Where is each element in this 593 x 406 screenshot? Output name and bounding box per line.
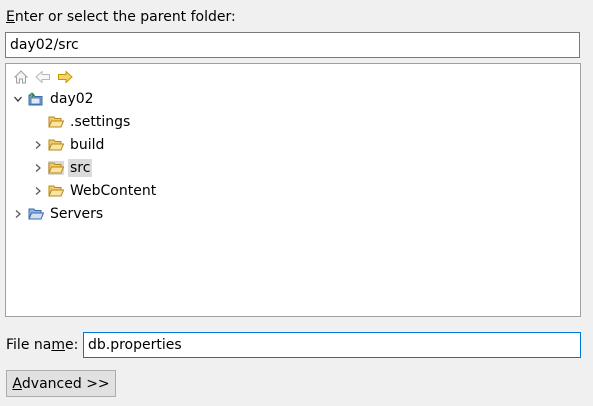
file-name-label-post: e: (64, 337, 79, 353)
file-name-input[interactable] (83, 332, 581, 358)
tree-node-label: build (70, 137, 105, 153)
home-icon[interactable] (11, 68, 31, 86)
project-icon: J (28, 92, 44, 106)
tree-node-label: src (68, 159, 93, 177)
parent-folder-label-mnemonic: E (6, 9, 15, 25)
folder-icon (48, 161, 64, 175)
tree-node-build[interactable]: build (32, 134, 106, 156)
file-name-label-pre: File na (6, 337, 52, 353)
folder-tree-panel[interactable]: J day02 .settings build src WebContent S… (5, 63, 581, 317)
file-name-label-mnemonic: m (51, 337, 65, 353)
expanded-chevron-icon[interactable] (12, 88, 24, 110)
parent-folder-label: Enter or select the parent folder: (6, 9, 236, 25)
collapsed-chevron-icon[interactable] (32, 134, 44, 156)
tree-node-day02[interactable]: J day02 (12, 88, 96, 110)
collapsed-chevron-icon[interactable] (12, 203, 24, 225)
file-name-label: File name: (6, 337, 78, 353)
tree-node-settings[interactable]: .settings (32, 111, 132, 133)
no-twisty (32, 111, 44, 133)
folder-icon (48, 184, 64, 198)
advanced-button-mnemonic: A (12, 375, 22, 392)
tree-node-label: .settings (70, 114, 131, 130)
tree-node-label: WebContent (70, 183, 157, 199)
tree-node-servers[interactable]: Servers (12, 203, 105, 225)
tree-toolbar (11, 68, 77, 86)
folder-icon (48, 115, 64, 129)
tree-node-label: Servers (50, 206, 104, 222)
advanced-button-label: dvanced >> (21, 375, 110, 392)
svg-text:J: J (30, 93, 32, 97)
parent-folder-label-text: nter or select the parent folder: (14, 9, 236, 25)
tree-node-webcontent[interactable]: WebContent (32, 180, 158, 202)
back-arrow-icon[interactable] (33, 68, 53, 86)
folder-icon (48, 138, 64, 152)
forward-arrow-icon[interactable] (55, 68, 75, 86)
advanced-button[interactable]: Advanced >> (6, 370, 116, 397)
collapsed-chevron-icon[interactable] (32, 157, 44, 179)
open-folder-icon (28, 207, 44, 221)
parent-folder-input[interactable] (5, 32, 580, 58)
collapsed-chevron-icon[interactable] (32, 180, 44, 202)
tree-node-label: day02 (50, 91, 94, 107)
tree-node-src[interactable]: src (32, 157, 93, 179)
